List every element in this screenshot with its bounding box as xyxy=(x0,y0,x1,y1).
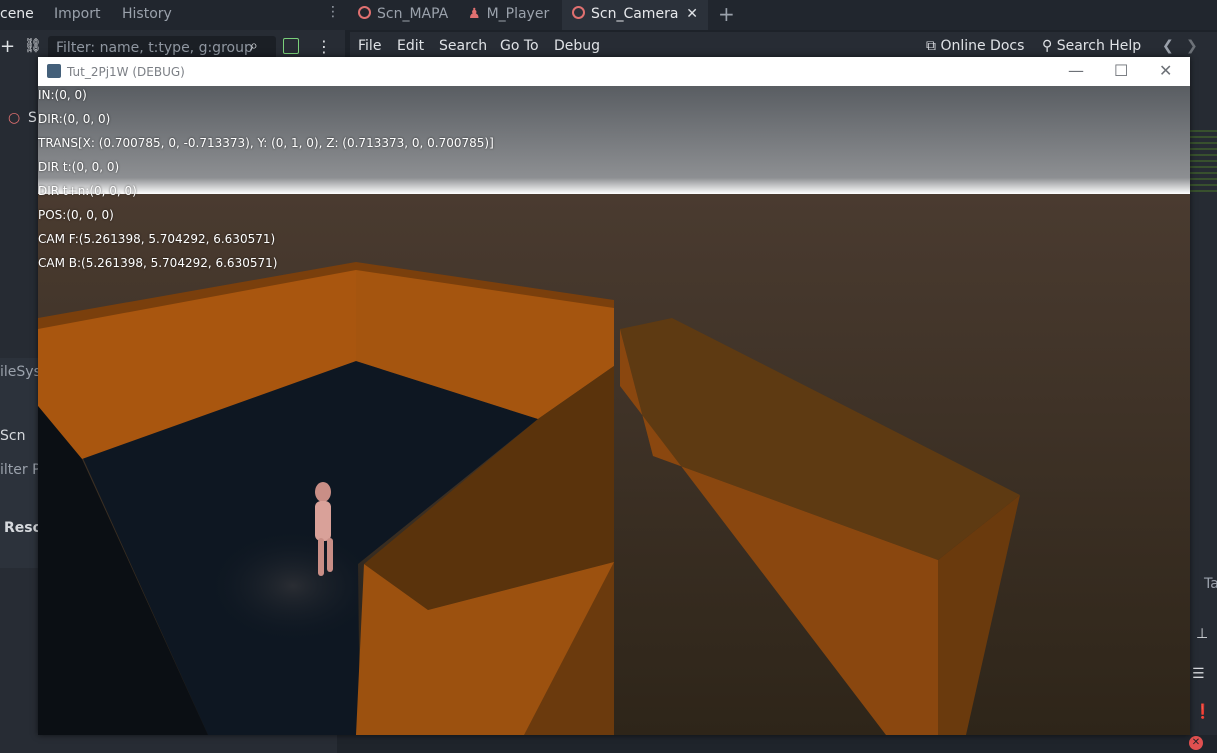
fs-resource-header: Reso xyxy=(4,520,43,536)
scene-render xyxy=(38,86,1190,735)
game-viewport[interactable]: IN:(0, 0) DIR:(0, 0, 0) TRANS[X: (0.7007… xyxy=(38,86,1190,735)
back-icon[interactable]: ❮ xyxy=(1162,38,1174,54)
maximize-icon[interactable]: ☐ xyxy=(1114,61,1128,80)
scene-icon xyxy=(358,6,371,19)
editor-tabs: Scn_MAPA ♟ M_Player Scn_Camera ✕ + xyxy=(350,0,1217,30)
pin-icon[interactable]: ⊥ xyxy=(1196,626,1208,642)
hud-direction: DIR:(0, 0, 0) xyxy=(38,112,111,126)
dock-menu-icon[interactable]: ⋮ xyxy=(326,4,340,20)
tab-scn-mapa[interactable]: Scn_MAPA xyxy=(358,0,458,30)
menu-goto[interactable]: Go To xyxy=(500,38,539,54)
menu-search[interactable]: Search xyxy=(439,38,487,54)
fs-scn-item[interactable]: Scn xyxy=(0,428,25,444)
close-icon[interactable]: ✕ xyxy=(1159,61,1172,80)
scene-tree: ○ S xyxy=(0,100,38,350)
menu-edit[interactable]: Edit xyxy=(397,38,424,54)
error-icon[interactable]: ✕ xyxy=(1189,736,1203,750)
node-icon: ○ xyxy=(8,110,21,126)
hud-cam-front: CAM F:(5.261398, 5.704292, 6.630571) xyxy=(38,232,276,246)
tab-history[interactable]: History xyxy=(122,6,172,22)
scene-icon xyxy=(572,6,585,19)
attach-script-icon[interactable] xyxy=(283,38,299,54)
tab-import[interactable]: Import xyxy=(54,6,100,22)
search-help-button[interactable]: ⚲ Search Help xyxy=(1042,38,1141,54)
hud-position: POS:(0, 0, 0) xyxy=(38,208,114,222)
forward-icon[interactable]: ❯ xyxy=(1186,38,1198,54)
minimap xyxy=(1190,130,1217,196)
add-tab-icon[interactable]: + xyxy=(718,0,738,30)
floor-light xyxy=(203,526,383,646)
game-window-title: Tut_2Pj1W (DEBUG) xyxy=(67,65,185,79)
link-icon[interactable]: ⛓ xyxy=(24,38,42,54)
hud-transform: TRANS[X: (0.700785, 0, -0.713373), Y: (0… xyxy=(38,136,494,150)
godot-icon xyxy=(47,64,61,78)
filesystem-dock: ileSys Scn ilter P Reso xyxy=(0,358,42,568)
game-debug-window[interactable]: Tut_2Pj1W (DEBUG) — ☐ ✕ IN:(0, 0) DIR:(0… xyxy=(38,57,1190,735)
tab-scn-camera[interactable]: Scn_Camera ✕ xyxy=(562,0,708,30)
search-icon: ⌕ xyxy=(250,38,258,54)
script-menubar: File Edit Search Go To Debug ⧉ Online Do… xyxy=(350,32,1217,60)
character-icon: ♟ xyxy=(468,6,481,22)
menu-debug[interactable]: Debug xyxy=(554,38,600,54)
online-docs-button[interactable]: ⧉ Online Docs xyxy=(926,38,1024,54)
hud-input: IN:(0, 0) xyxy=(38,88,87,102)
list-icon[interactable]: ☰ xyxy=(1192,666,1205,682)
scene-menu-icon[interactable]: ⋮ xyxy=(316,37,332,56)
menu-file[interactable]: File xyxy=(358,38,381,54)
hud-dir-t: DIR t:(0, 0, 0) xyxy=(38,160,120,174)
hud-dir-tn: DIR t+n:(0, 0, 0) xyxy=(38,184,137,198)
hud-cam-back: CAM B:(5.261398, 5.704292, 6.630571) xyxy=(38,256,278,270)
fs-filter-input[interactable]: ilter P xyxy=(0,462,41,478)
tab-scene[interactable]: cene xyxy=(0,6,34,22)
right-dock-tab[interactable]: Ta xyxy=(1204,576,1217,592)
close-tab-icon[interactable]: ✕ xyxy=(686,0,698,28)
dock-tabs: cene Import History ⋮ xyxy=(0,0,345,30)
add-node-icon[interactable]: + xyxy=(0,36,15,57)
tab-m-player[interactable]: ♟ M_Player xyxy=(468,0,560,30)
external-link-icon: ⧉ xyxy=(926,38,941,54)
bottom-panel: ✕ xyxy=(337,735,1217,753)
game-titlebar[interactable]: Tut_2Pj1W (DEBUG) — ☐ ✕ xyxy=(38,57,1190,86)
filesystem-tab[interactable]: ileSys xyxy=(0,364,41,380)
minimize-icon[interactable]: — xyxy=(1068,61,1084,80)
tree-root-label[interactable]: S xyxy=(28,110,37,126)
search-help-icon: ⚲ xyxy=(1042,38,1057,54)
warning-icon: ❗ xyxy=(1194,704,1212,720)
right-dock: Ta ⊥ ☰ ❗ xyxy=(1190,60,1217,753)
